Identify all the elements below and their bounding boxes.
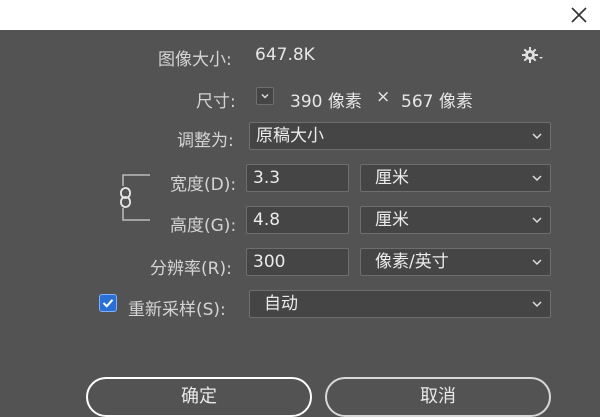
close-icon	[571, 7, 587, 23]
chevron-down-icon	[532, 175, 542, 182]
width-input[interactable]	[246, 164, 349, 192]
dimensions-label: 尺寸:	[196, 92, 236, 112]
height-unit-select[interactable]: 厘米	[360, 206, 551, 234]
resample-checkbox[interactable]	[99, 294, 117, 312]
title-bar	[0, 0, 600, 30]
cancel-button[interactable]: 取消	[325, 377, 551, 417]
resolution-unit-select[interactable]: 像素/英寸	[360, 248, 551, 276]
ok-button-label: 确定	[181, 386, 217, 407]
close-button[interactable]	[566, 2, 592, 28]
cancel-button-label: 取消	[420, 386, 456, 407]
width-label: 宽度(D):	[170, 175, 237, 195]
resolution-unit-value: 像素/英寸	[375, 252, 449, 272]
height-label: 高度(G):	[170, 216, 237, 236]
chevron-down-icon	[532, 217, 542, 224]
ok-button[interactable]: 确定	[86, 377, 312, 417]
settings-menu-button[interactable]	[522, 46, 546, 66]
chain-link-icon	[120, 187, 131, 208]
checkmark-icon	[102, 299, 114, 308]
dimensions-width: 390 像素	[290, 92, 362, 112]
gear-icon	[522, 47, 543, 63]
chevron-down-icon	[261, 94, 269, 99]
image-size-value: 647.8K	[255, 45, 315, 65]
resolution-label: 分辨率(R):	[150, 259, 232, 279]
constrain-proportions-button[interactable]	[116, 186, 136, 210]
resample-method-select[interactable]: 自动	[249, 290, 551, 318]
height-unit-value: 厘米	[375, 210, 409, 230]
fit-to-value: 原稿大小	[256, 126, 324, 146]
chevron-down-icon	[532, 133, 542, 140]
resample-method-value: 自动	[264, 294, 298, 314]
resample-label: 重新采样(S):	[128, 300, 226, 320]
width-unit-select[interactable]: 厘米	[360, 164, 551, 192]
dimensions-times: ×	[376, 87, 391, 107]
height-input[interactable]	[246, 206, 349, 234]
fit-to-select[interactable]: 原稿大小	[249, 122, 551, 150]
dimensions-height: 567 像素	[401, 92, 473, 112]
chevron-down-icon	[532, 301, 542, 308]
width-unit-value: 厘米	[375, 168, 409, 188]
dimensions-unit-dropdown[interactable]	[256, 87, 274, 105]
resolution-input[interactable]	[246, 248, 349, 276]
fit-to-label: 调整为:	[177, 131, 234, 151]
image-size-label: 图像大小:	[158, 50, 232, 70]
chevron-down-icon	[532, 259, 542, 266]
